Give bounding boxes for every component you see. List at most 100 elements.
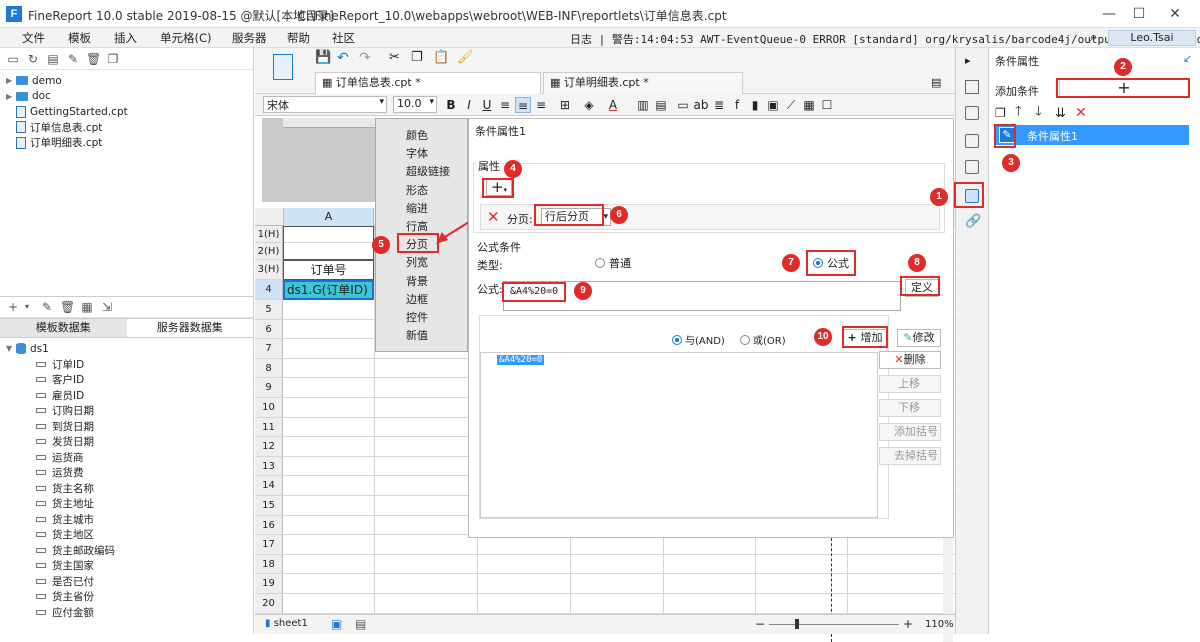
bold-icon[interactable]: B [443, 97, 459, 113]
row-number[interactable]: 11 [255, 417, 283, 437]
formula-icon[interactable]: f [729, 97, 745, 113]
copy-icon[interactable]: ❐ [411, 50, 423, 65]
cell-a4[interactable]: ds1.G(订单ID) [283, 280, 374, 300]
dataset-field[interactable]: 订单ID [6, 357, 253, 373]
richtext-icon[interactable]: ≣ [711, 97, 727, 113]
open-icon[interactable]: ▤ [46, 52, 60, 66]
cut-icon[interactable]: ✂ [389, 50, 400, 65]
menu-item[interactable]: 字体 [406, 145, 428, 161]
tab-template-dataset[interactable]: 模板数据集 [0, 319, 127, 337]
tab-order-detail[interactable]: ▦ 订单明细表.cpt * [543, 72, 743, 94]
slash-icon[interactable]: ⟋ [783, 97, 799, 113]
tab-order-info[interactable]: ▦ 订单信息表.cpt * [315, 72, 541, 94]
redo-icon[interactable]: ↷ [359, 50, 371, 66]
modify-button[interactable]: ✎修改 [897, 329, 941, 347]
copy-icon[interactable]: ❐ [106, 52, 120, 66]
row-number[interactable]: 6 [255, 319, 283, 339]
dataset-field[interactable]: 货主国家 [6, 558, 253, 574]
maximize-button[interactable]: ☐ [1124, 4, 1154, 24]
dataset-field[interactable]: 订购日期 [6, 403, 253, 419]
font-size-select[interactable]: 10.0 ▾ [393, 96, 437, 113]
menu-server[interactable]: 服务器 [232, 30, 267, 46]
menu-help[interactable]: 帮助 [287, 30, 310, 46]
cell-attribute-icon[interactable] [965, 106, 979, 120]
dataset-field[interactable]: 货主邮政编码 [6, 543, 253, 559]
condition-list-item[interactable]: &A4%20=0 [497, 355, 545, 365]
row-number[interactable]: 3(H) [255, 260, 283, 279]
menu-template[interactable]: 模板 [68, 30, 91, 46]
delete-icon[interactable]: ✕ [1075, 105, 1095, 121]
dataset-field[interactable]: 货主地址 [6, 496, 253, 512]
widget-settings-icon[interactable] [965, 134, 979, 148]
highlight-icon[interactable] [965, 160, 979, 174]
row-number[interactable]: 10 [255, 398, 283, 417]
widget-icon[interactable]: ☐ [819, 97, 835, 113]
chevron-down-icon[interactable]: ▾ [20, 300, 34, 314]
refresh-icon[interactable]: ↻ [26, 52, 40, 66]
font-color-icon[interactable]: A [605, 97, 621, 113]
menu-item[interactable]: 背景 [406, 273, 428, 289]
menu-item[interactable]: 形态 [406, 182, 428, 198]
row-number[interactable]: 15 [255, 496, 283, 515]
dataset-field[interactable]: 是否已付 [6, 574, 253, 590]
dataset-field[interactable]: 应付金额 [6, 605, 253, 621]
export-icon[interactable]: ⇲ [100, 300, 114, 314]
dataset-root[interactable]: ▼ ds1 [6, 341, 253, 357]
dataset-field[interactable]: 货主地区 [6, 527, 253, 543]
tab-server-dataset[interactable]: 服务器数据集 [127, 319, 254, 337]
dataset-field[interactable]: 客户ID [6, 372, 253, 388]
zoom-slider-thumb[interactable] [795, 619, 799, 629]
chevron-right-icon[interactable]: ▸ [965, 54, 971, 67]
move-up-button[interactable]: 上移 [879, 375, 941, 393]
border-icon[interactable]: ⊞ [557, 97, 573, 113]
sheet-tab[interactable]: ▮ sheet1 [265, 618, 308, 629]
insert-row-icon[interactable]: ▭ [675, 97, 691, 113]
underline-icon[interactable]: U [479, 97, 495, 113]
menu-item[interactable]: 行高 [406, 218, 428, 234]
row-number[interactable]: 5 [255, 300, 283, 319]
row-number[interactable]: 9 [255, 378, 283, 397]
menu-insert[interactable]: 插入 [114, 30, 137, 46]
dataset-field[interactable]: 发货日期 [6, 434, 253, 450]
row-number[interactable]: 12 [255, 437, 283, 456]
type-normal-radio[interactable]: 普通 [595, 255, 631, 271]
align-right-icon[interactable]: ≡ [533, 97, 549, 113]
image-icon[interactable]: ▣ [765, 97, 781, 113]
move-down-button[interactable]: 下移 [879, 399, 941, 417]
cell-element-icon[interactable] [965, 80, 979, 94]
tree-folder-doc[interactable]: ▶ doc [6, 89, 253, 105]
text-icon[interactable]: ab [693, 97, 709, 113]
italic-icon[interactable]: I [461, 97, 477, 113]
log-message[interactable]: 日志 | 警告:14:04:53 AWT-EventQueue-0 ERROR … [570, 31, 1200, 47]
search-icon[interactable]: ⌕ [1090, 30, 1097, 45]
or-radio[interactable]: 或(OR) [740, 332, 786, 347]
row-number[interactable]: 20 [255, 594, 283, 613]
row-number[interactable]: 17 [255, 535, 283, 554]
paste-icon[interactable]: 📋 [433, 50, 449, 65]
row-number[interactable]: 2(H) [255, 243, 283, 259]
link-icon[interactable]: 🔗 [965, 214, 981, 229]
row-number[interactable]: 8 [255, 358, 283, 378]
chart-icon[interactable]: ▮ [747, 97, 763, 113]
edit-icon[interactable]: ✎ [40, 300, 54, 314]
merge-icon[interactable]: ▥ [635, 97, 651, 113]
add-form-sheet-icon[interactable]: ▤ [355, 617, 366, 631]
menu-community[interactable]: 社区 [332, 30, 355, 46]
zoom-out-icon[interactable]: − [755, 617, 765, 631]
zoom-in-icon[interactable]: + [903, 617, 913, 631]
and-radio[interactable]: 与(AND) [672, 332, 725, 347]
row-number[interactable]: 7 [255, 339, 283, 358]
row-number[interactable]: 4 [255, 280, 283, 299]
remove-icon[interactable]: ✕ [487, 208, 500, 226]
delete-icon[interactable]: 🗑 [86, 52, 101, 66]
menu-item[interactable]: 超级链接 [406, 163, 450, 179]
collapse-icon[interactable]: ↙ [1183, 52, 1192, 65]
row-number[interactable]: 18 [255, 554, 283, 574]
menu-item[interactable]: 颜色 [406, 127, 428, 143]
tree-file-order-info[interactable]: 订单信息表.cpt [6, 120, 253, 136]
add-dataset-icon[interactable]: + [6, 300, 20, 314]
cell-a1-a2[interactable] [283, 226, 374, 260]
panel-menu-icon[interactable]: ▤ [931, 76, 941, 89]
row-number[interactable]: 19 [255, 574, 283, 593]
arrow-down-icon[interactable]: 🡓 [1035, 102, 1055, 124]
